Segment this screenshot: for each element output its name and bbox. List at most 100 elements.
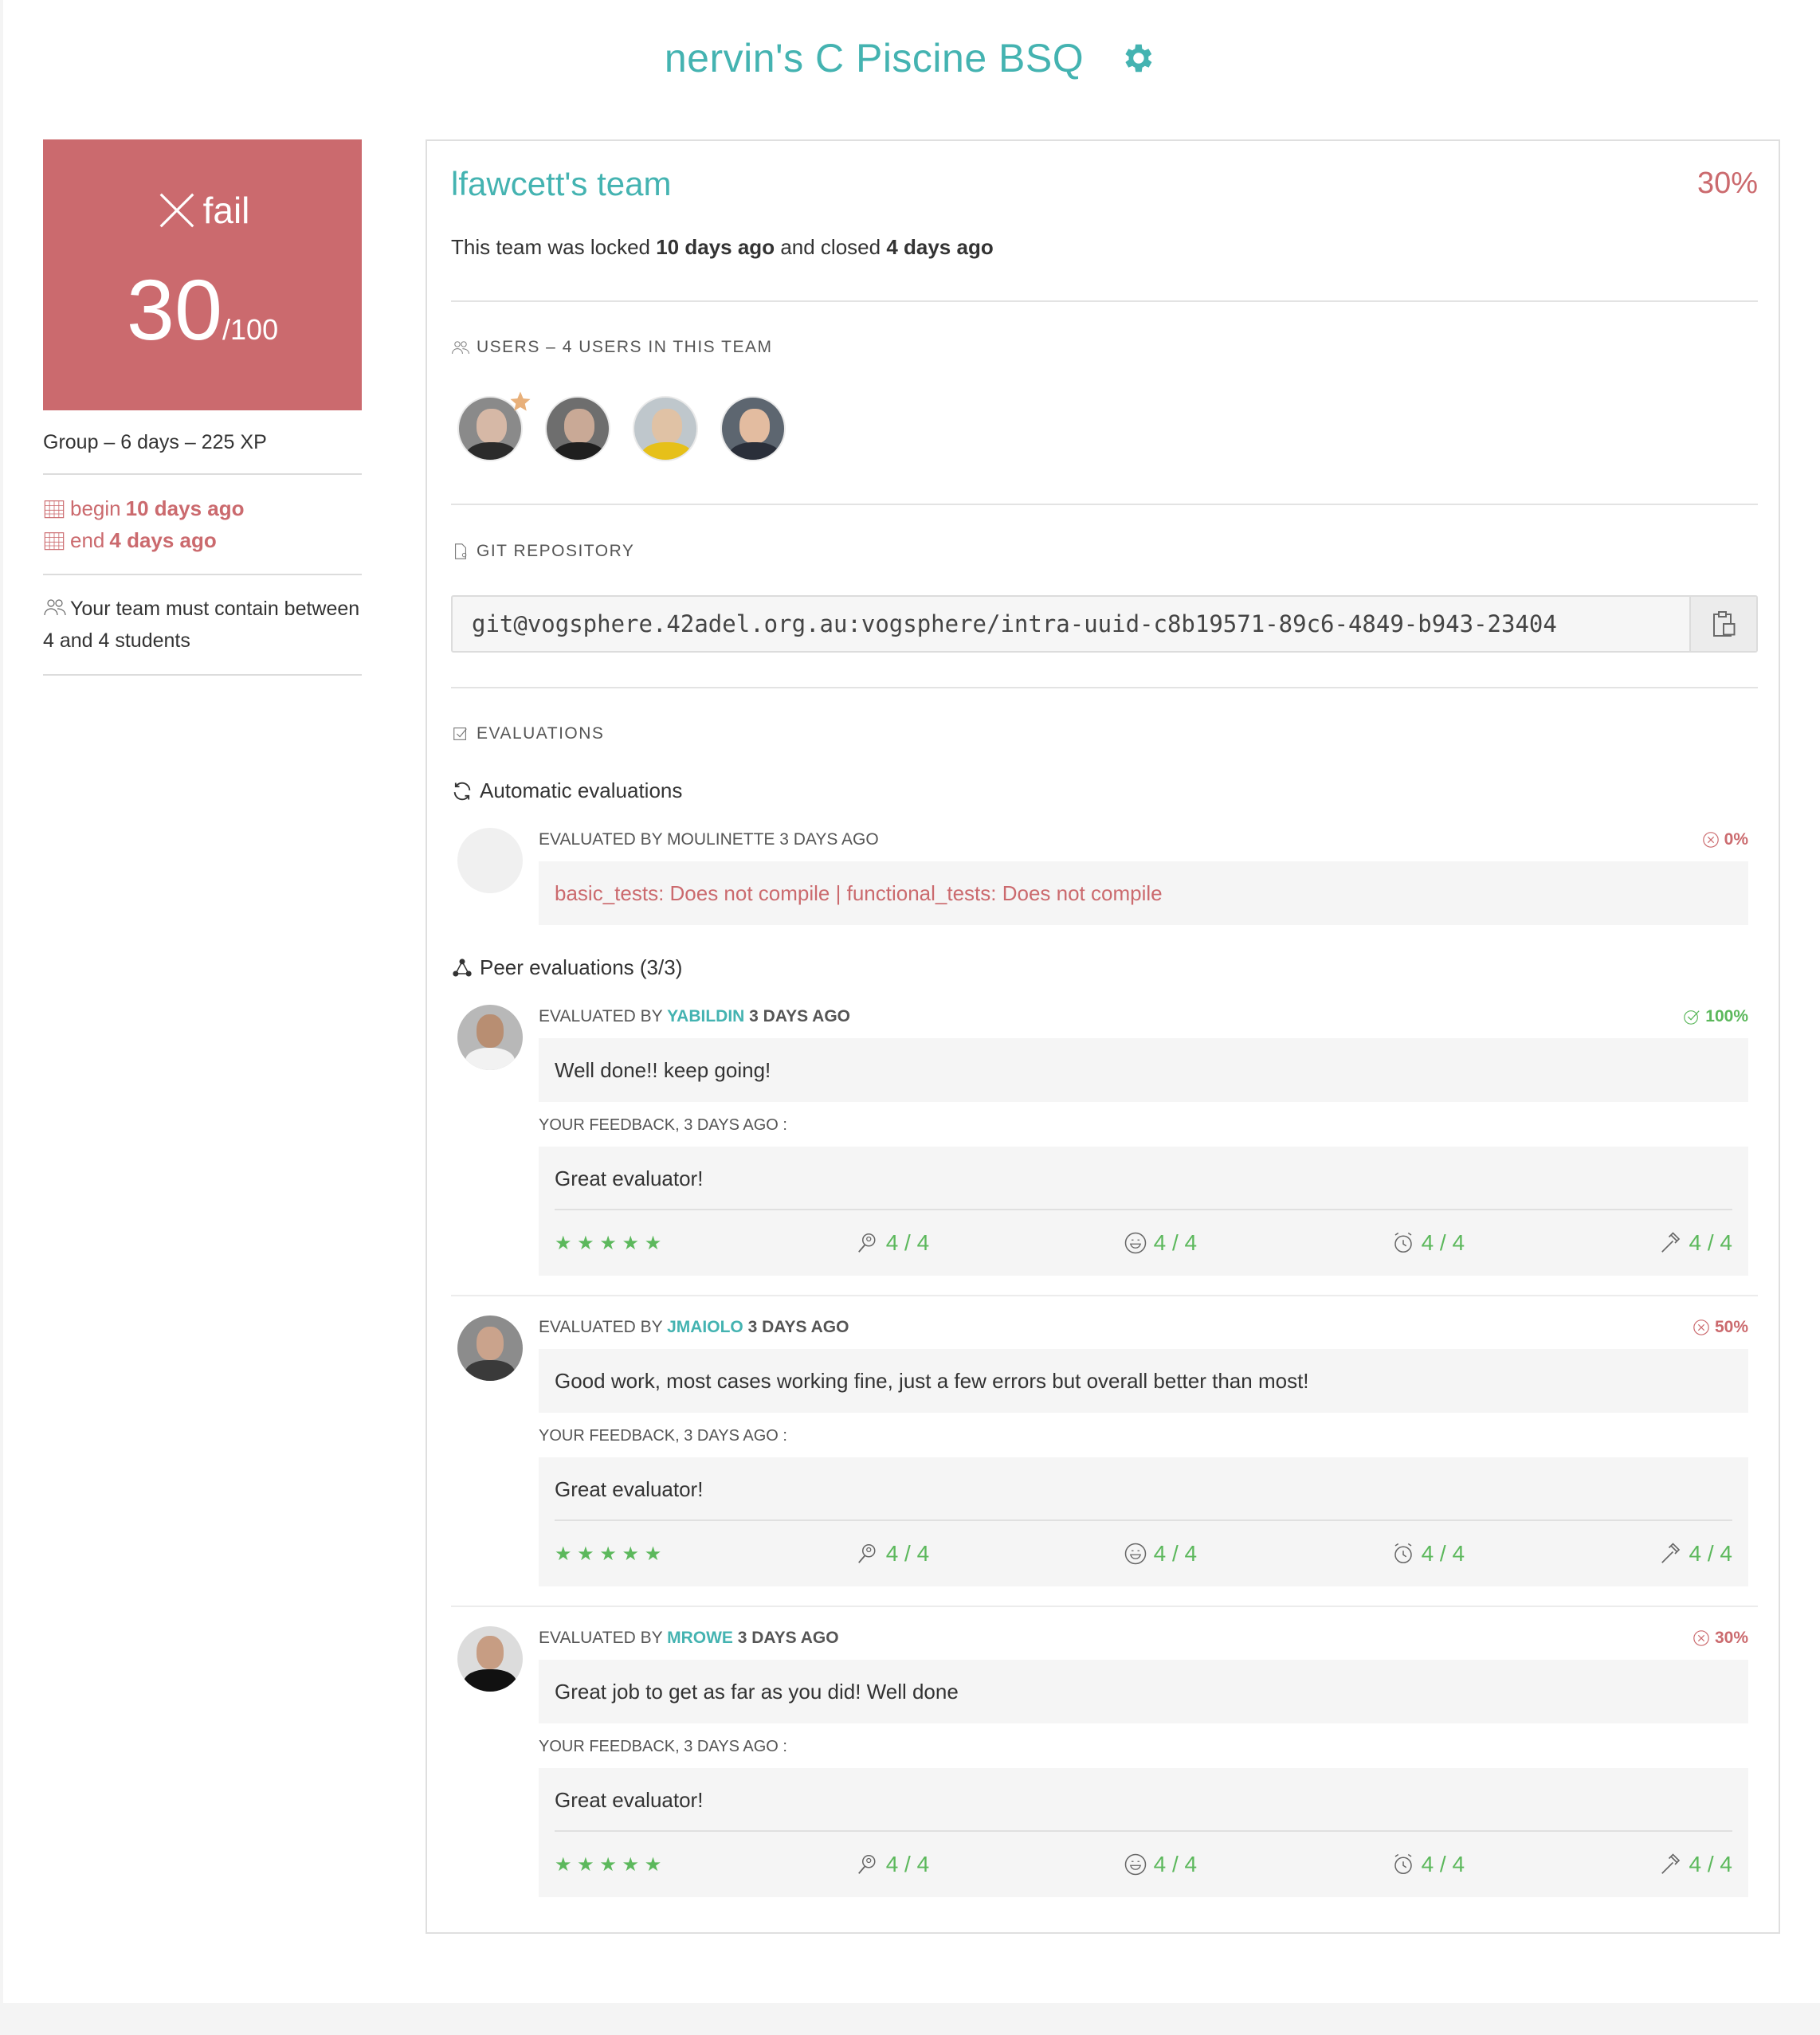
team-avatars bbox=[457, 391, 786, 461]
hammer-icon bbox=[1661, 1232, 1680, 1253]
rating-value: 4 / 4 bbox=[1689, 1852, 1732, 1876]
git-url[interactable]: git@vogsphere.42adel.org.au:vogsphere/in… bbox=[453, 597, 1689, 651]
rating-friendly: 4 / 4 bbox=[1124, 1852, 1197, 1877]
gear-icon[interactable] bbox=[1119, 40, 1155, 76]
rating-punctuality: 4 / 4 bbox=[1391, 1852, 1465, 1877]
magnifier-user-icon bbox=[857, 1233, 876, 1253]
team-lock-info: This team was locked 10 days ago and clo… bbox=[451, 235, 994, 260]
copy-button[interactable] bbox=[1689, 597, 1756, 651]
evaluator-line: EVALUATED BY MROWE 3 DAYS AGO bbox=[539, 1626, 839, 1650]
evaluation-ago: 3 DAYS AGO bbox=[749, 1007, 850, 1025]
avatar[interactable] bbox=[720, 396, 786, 461]
mark-score-denominator: /100 bbox=[222, 313, 279, 346]
team-percent: 30% bbox=[1696, 167, 1758, 200]
evaluation-score: 30% bbox=[1693, 1626, 1748, 1650]
final-mark-box: fail 30/100 bbox=[43, 139, 362, 410]
alarm-clock-icon bbox=[1394, 1853, 1412, 1874]
evaluator-line: EVALUATED BY MOULINETTE 3 DAYS AGO bbox=[539, 830, 879, 849]
feedback-box: Great evaluator! ★ ★ ★ ★ ★ 4 / 4 4 / 4 4… bbox=[539, 1147, 1748, 1276]
star-rating: ★ ★ ★ ★ ★ bbox=[555, 1853, 662, 1876]
fail-circle-icon bbox=[1693, 1319, 1709, 1335]
evaluator-comment: Well done!! keep going! bbox=[539, 1038, 1748, 1102]
begin-label: begin bbox=[70, 496, 121, 520]
checkbox-icon bbox=[453, 727, 467, 740]
moulinette-message: basic_tests: Does not compile | function… bbox=[539, 861, 1748, 925]
users-section-label: USERS – 4 USERS IN THIS TEAM bbox=[451, 338, 772, 357]
users-icon bbox=[44, 599, 66, 616]
team-name[interactable]: lfawcett's team bbox=[451, 165, 671, 203]
evaluation-score-value: 0% bbox=[1724, 830, 1748, 849]
feedback-ratings: ★ ★ ★ ★ ★ 4 / 4 4 / 4 4 / 4 4 / 4 bbox=[555, 1832, 1732, 1897]
rating-value: 4 / 4 bbox=[885, 1852, 930, 1876]
rating-value: 4 / 4 bbox=[1153, 1541, 1198, 1566]
fail-circle-icon bbox=[1702, 832, 1719, 848]
project-info: Group – 6 days – 225 XP bbox=[43, 410, 362, 475]
locked-prefix: This team was locked bbox=[451, 235, 650, 259]
rating-value: 4 / 4 bbox=[1421, 1852, 1465, 1876]
evaluation-title: EVALUATED BY JMAIOLO 3 DAYS AGO 50% bbox=[539, 1315, 1748, 1339]
evaluator-line: EVALUATED BY JMAIOLO 3 DAYS AGO bbox=[539, 1315, 849, 1339]
feedback-box: Great evaluator! ★ ★ ★ ★ ★ 4 / 4 4 / 4 4… bbox=[539, 1457, 1748, 1586]
moulinette-avatar bbox=[457, 828, 523, 893]
evaluator-line: EVALUATED BY YABILDIN 3 DAYS AGO bbox=[539, 1005, 850, 1029]
star-icon bbox=[510, 391, 531, 411]
evaluation-title: EVALUATED BY MROWE 3 DAYS AGO 30% bbox=[539, 1626, 1748, 1650]
evaluator-login-link[interactable]: JMAIOLO bbox=[667, 1318, 743, 1336]
check-circle-icon bbox=[1684, 1010, 1700, 1025]
feedback-box: Great evaluator! ★ ★ ★ ★ ★ 4 / 4 4 / 4 4… bbox=[539, 1768, 1748, 1897]
magnifier-user-icon bbox=[857, 1544, 876, 1563]
peer-evaluations-heading: Peer evaluations (3/3) bbox=[451, 955, 682, 980]
git-label: GIT REPOSITORY bbox=[477, 542, 635, 560]
evaluation-score: 50% bbox=[1693, 1315, 1748, 1339]
evaluator-avatar[interactable] bbox=[457, 1005, 523, 1070]
alarm-clock-icon bbox=[1394, 1232, 1412, 1253]
rating-value: 4 / 4 bbox=[1153, 1852, 1198, 1876]
file-icon bbox=[455, 543, 467, 559]
smiley-icon bbox=[1124, 1232, 1146, 1254]
evaluator-login-link[interactable]: MROWE bbox=[667, 1629, 733, 1647]
rating-friendly: 4 / 4 bbox=[1124, 1230, 1197, 1256]
magnifier-user-icon bbox=[857, 1855, 876, 1874]
evaluator-comment: Good work, most cases working fine, just… bbox=[539, 1349, 1748, 1413]
feedback-text: Great evaluator! bbox=[555, 1457, 1732, 1521]
closed-prefix: and closed bbox=[780, 235, 881, 259]
evaluator-avatar[interactable] bbox=[457, 1315, 523, 1381]
git-repository-field[interactable]: git@vogsphere.42adel.org.au:vogsphere/in… bbox=[451, 595, 1758, 653]
team-size-rule: Your team must contain between 4 and 4 s… bbox=[43, 575, 362, 676]
evaluation-score: 100% bbox=[1683, 1005, 1748, 1029]
rating-value: 4 / 4 bbox=[1689, 1541, 1732, 1566]
evaluated-by-prefix: EVALUATED BY bbox=[539, 1629, 663, 1647]
divider bbox=[451, 1606, 1758, 1607]
evaluation-score-value: 50% bbox=[1714, 1318, 1748, 1336]
end-label: end bbox=[70, 528, 105, 552]
end-value: 4 days ago bbox=[109, 528, 217, 552]
project-title: nervin's C Piscine BSQ bbox=[664, 36, 1085, 80]
evaluator-login-link[interactable]: YABILDIN bbox=[667, 1007, 744, 1025]
star-rating: ★ ★ ★ ★ ★ bbox=[555, 1543, 662, 1565]
project-sidebar: fail 30/100 Group – 6 days – 225 XP begi… bbox=[43, 139, 362, 676]
evaluator-avatar[interactable] bbox=[457, 1626, 523, 1692]
rating-interest: 4 / 4 bbox=[856, 1541, 929, 1566]
avatar[interactable] bbox=[545, 396, 610, 461]
rating-value: 4 / 4 bbox=[1421, 1541, 1465, 1566]
project-dates: begin 10 days ago end 4 days ago bbox=[43, 475, 362, 575]
evaluation-ago: 3 DAYS AGO bbox=[747, 1318, 849, 1336]
page-left-border bbox=[0, 0, 3, 2003]
close-icon bbox=[159, 193, 194, 228]
feedback-ratings: ★ ★ ★ ★ ★ 4 / 4 4 / 4 4 / 4 4 / 4 bbox=[555, 1521, 1732, 1586]
smiley-icon bbox=[1124, 1853, 1146, 1876]
alarm-clock-icon bbox=[1394, 1543, 1412, 1563]
automatic-evaluations-heading: Automatic evaluations bbox=[451, 778, 682, 803]
evaluated-by-prefix: EVALUATED BY bbox=[539, 1318, 663, 1336]
avatar[interactable] bbox=[633, 396, 698, 461]
divider bbox=[451, 1295, 1758, 1296]
user-avatar-leader[interactable] bbox=[457, 391, 531, 461]
fail-circle-icon bbox=[1693, 1630, 1709, 1646]
rating-punctuality: 4 / 4 bbox=[1391, 1541, 1465, 1566]
evaluation-ago: 3 DAYS AGO bbox=[737, 1629, 839, 1647]
feedback-text: Great evaluator! bbox=[555, 1147, 1732, 1210]
feedback-ratings: ★ ★ ★ ★ ★ 4 / 4 4 / 4 4 / 4 4 / 4 bbox=[555, 1210, 1732, 1276]
refresh-icon bbox=[453, 782, 471, 800]
rating-punctuality: 4 / 4 bbox=[1391, 1230, 1465, 1256]
locked-value: 10 days ago bbox=[656, 235, 775, 259]
